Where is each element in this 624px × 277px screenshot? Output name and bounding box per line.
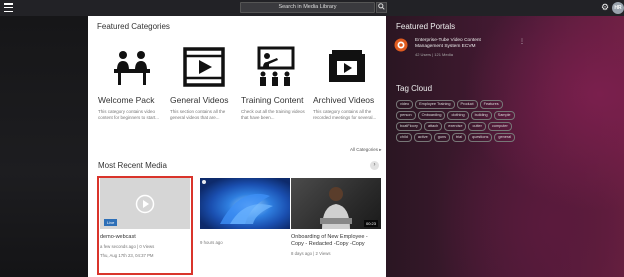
category-card-welcome-pack[interactable]: Welcome Pack This category contains vide… xyxy=(98,44,166,154)
tag[interactable]: Employee Training xyxy=(415,100,455,109)
media-meta: a few seconds ago | 0 Views xyxy=(100,244,155,249)
category-card-general-videos[interactable]: General Videos This section contains all… xyxy=(170,44,238,154)
tag[interactable]: video xyxy=(396,100,414,109)
media-meta: 9 hours ago xyxy=(200,240,223,245)
portal-card[interactable]: Enterprise-Tube Video Content Management… xyxy=(394,34,525,64)
most-recent-media-title: Most Recent Media xyxy=(98,161,167,170)
media-card-demo-webcast[interactable]: Live demo-webcast a few seconds ago | 0 … xyxy=(100,178,190,258)
portal-name[interactable]: Enterprise-Tube Video Content Management… xyxy=(415,38,505,50)
tag[interactable]: guns xyxy=(433,133,450,142)
tag-cloud: video Employee Training Product Features… xyxy=(396,100,524,142)
background-left xyxy=(0,16,88,277)
portal-meta: 42 Users | 121 Media xyxy=(415,52,453,57)
tag[interactable]: Onboarding xyxy=(417,111,446,120)
chevron-right-icon[interactable]: › xyxy=(370,161,379,170)
media-card-windows[interactable]: 9 hours ago xyxy=(200,178,290,246)
category-name: Archived Videos xyxy=(313,95,375,105)
category-name: Training Content xyxy=(241,95,304,105)
all-categories-link[interactable]: All Categories ▸ xyxy=(350,147,382,153)
top-bar: Search in Media Library ⚙ HR xyxy=(0,0,624,16)
media-thumbnail[interactable] xyxy=(200,178,290,229)
archive-player-icon xyxy=(329,50,365,82)
main-panel: Featured Categories Welcome Pack This ca… xyxy=(88,16,386,277)
media-thumbnail[interactable]: 00:23 xyxy=(291,178,381,229)
category-description: This category contains all the recorded … xyxy=(313,109,377,120)
category-name: General Videos xyxy=(170,95,229,105)
featured-portals-title: Featured Portals xyxy=(396,22,456,31)
portal-logo-icon xyxy=(394,38,408,52)
tag[interactable]: exercise xyxy=(444,122,467,131)
category-name: Welcome Pack xyxy=(98,95,155,105)
tag[interactable]: child xyxy=(396,133,412,142)
tag[interactable]: general xyxy=(494,133,516,142)
category-description: This section contains all the general vi… xyxy=(170,109,226,120)
category-card-training-content[interactable]: Training Content Check out all the train… xyxy=(241,44,309,154)
video-player-icon xyxy=(183,47,225,87)
play-icon[interactable] xyxy=(135,194,155,214)
tag[interactable]: attach xyxy=(423,122,443,131)
featured-categories-title: Featured Categories xyxy=(97,22,170,31)
tag[interactable]: computer xyxy=(487,122,512,131)
tag[interactable]: person xyxy=(396,111,416,120)
person-laptop-image xyxy=(320,187,352,229)
meeting-icon xyxy=(114,51,150,85)
tag[interactable]: clothing xyxy=(447,111,469,120)
tag[interactable]: trial xyxy=(451,133,467,142)
live-badge: Live xyxy=(104,219,118,226)
media-date: Thu, Aug 17th 23, 04:37 PM xyxy=(100,252,154,258)
status-dot xyxy=(202,180,206,184)
tag[interactable]: questions xyxy=(468,133,493,142)
duration-badge: 00:23 xyxy=(363,220,378,227)
hamburger-menu-icon[interactable] xyxy=(4,3,13,12)
media-thumbnail[interactable]: Live xyxy=(100,178,190,229)
media-title[interactable]: demo-webcast xyxy=(100,234,190,241)
more-options-icon[interactable]: ⋮ xyxy=(519,38,525,45)
tag[interactable]: Product xyxy=(456,100,478,109)
avatar[interactable]: HR xyxy=(612,2,624,14)
category-description: Check out all the training videos that h… xyxy=(241,109,305,120)
gear-icon[interactable]: ⚙ xyxy=(600,2,610,13)
tag[interactable]: Sample xyxy=(493,111,515,120)
tag[interactable]: building xyxy=(470,111,492,120)
tag[interactable]: Features xyxy=(479,100,503,109)
right-sidebar: Featured Portals Enterprise-Tube Video C… xyxy=(386,16,526,277)
tag[interactable]: cutter xyxy=(468,122,486,131)
tag[interactable]: boatFloory xyxy=(396,122,422,131)
media-meta: 8 days ago | 2 Views xyxy=(291,251,331,256)
search-icon[interactable] xyxy=(376,2,387,13)
abstract-bloom-image xyxy=(220,193,273,224)
media-card-onboarding[interactable]: 00:23 Onboarding of New Employee - Copy … xyxy=(291,178,381,257)
search-input[interactable]: Search in Media Library xyxy=(240,2,375,13)
category-description: This category contains video content for… xyxy=(98,109,160,120)
media-title[interactable]: Onboarding of New Employee - Copy - Reda… xyxy=(291,234,381,248)
tag-cloud-title: Tag Cloud xyxy=(396,84,433,93)
tag[interactable]: active xyxy=(413,133,432,142)
presentation-icon xyxy=(257,46,295,86)
category-card-archived-videos[interactable]: Archived Videos This category contains a… xyxy=(313,44,381,154)
